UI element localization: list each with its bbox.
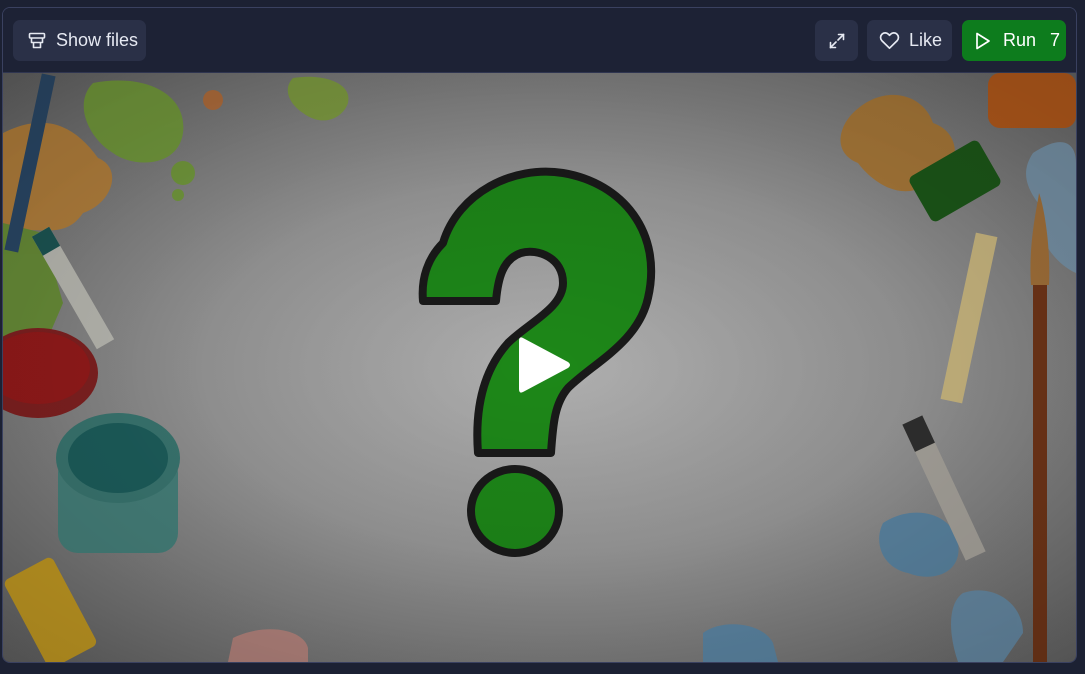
preview-thumbnail[interactable] bbox=[3, 73, 1076, 662]
show-files-button[interactable]: Show files bbox=[13, 20, 146, 61]
paint-brush bbox=[1030, 193, 1050, 662]
paint-jar-red bbox=[3, 328, 98, 418]
run-button[interactable]: Run 7 bbox=[962, 20, 1066, 61]
toolbar: Show files Like Run 7 bbox=[3, 8, 1076, 73]
files-stack-icon bbox=[27, 31, 47, 51]
run-label: Run bbox=[1003, 30, 1037, 50]
expand-icon bbox=[828, 32, 846, 50]
paint-jar-teal bbox=[56, 413, 180, 553]
like-button[interactable]: Like bbox=[867, 20, 952, 61]
show-files-label: Show files bbox=[56, 30, 139, 50]
play-outline-icon bbox=[974, 31, 992, 51]
play-icon bbox=[513, 332, 573, 403]
run-count: 7 bbox=[1050, 30, 1061, 50]
heart-icon bbox=[879, 31, 900, 50]
expand-button[interactable] bbox=[815, 20, 858, 61]
preview-play-button[interactable] bbox=[511, 335, 575, 399]
like-label: Like bbox=[909, 30, 943, 50]
app-preview-card: Show files Like Run 7 bbox=[2, 7, 1077, 663]
paint-jar-orange bbox=[988, 73, 1076, 128]
